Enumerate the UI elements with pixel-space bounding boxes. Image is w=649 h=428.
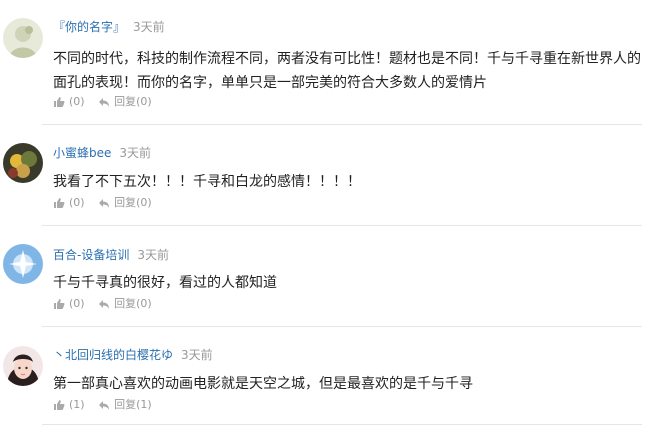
- reply-arrow-icon: [99, 199, 110, 208]
- like-count: (0): [69, 95, 85, 108]
- like-count: (0): [69, 196, 85, 209]
- username-link[interactable]: 丶北回归线的白樱花ゆ: [53, 348, 173, 362]
- username-link[interactable]: 『你的名字』: [53, 20, 125, 34]
- reply-button[interactable]: 回复(0): [98, 297, 152, 311]
- comment-text: 第一部真心喜欢的动画电影就是天空之城，但是最喜欢的是千与千寻: [53, 376, 473, 392]
- reply-arrow-icon: [99, 401, 110, 410]
- thumbs-up-icon: [54, 299, 65, 309]
- avatar[interactable]: [3, 18, 43, 58]
- divider: [42, 326, 642, 327]
- timestamp: 3天前: [137, 248, 169, 262]
- reply-arrow-icon: [99, 98, 110, 107]
- reply-arrow-icon: [99, 300, 110, 309]
- reply-button[interactable]: 回复(0): [98, 196, 152, 210]
- avatar[interactable]: [3, 143, 43, 183]
- timestamp: 3天前: [119, 146, 152, 160]
- like-count: (1): [69, 398, 85, 411]
- thumbs-up-icon: [54, 198, 65, 208]
- avatar[interactable]: [3, 346, 43, 386]
- timestamp: 3天前: [133, 20, 165, 34]
- like-count: (0): [69, 297, 85, 310]
- like-button[interactable]: (0): [53, 95, 85, 109]
- comment-text: 我看了不下五次！！！千寻和白龙的感情！！！！: [53, 174, 361, 190]
- reply-button[interactable]: 回复(1): [98, 398, 152, 412]
- username-link[interactable]: 百合-设备培训: [53, 248, 129, 262]
- thumbs-up-icon: [54, 97, 65, 107]
- comment-text: 不同的时代，科技的制作流程不同，两者没有可比性！题材也是不同！千与千寻重在新世界…: [53, 51, 641, 91]
- divider: [42, 225, 642, 226]
- comment-text: 千与千寻真的很好，看过的人都知道: [53, 275, 277, 291]
- thumbs-up-icon: [54, 400, 65, 410]
- like-button[interactable]: (0): [53, 196, 85, 210]
- username-link[interactable]: 小蜜蜂bee: [53, 146, 111, 160]
- reply-label: 回复(0): [114, 196, 152, 209]
- avatar[interactable]: [3, 244, 43, 284]
- divider: [42, 424, 642, 425]
- reply-button[interactable]: 回复(0): [98, 95, 152, 109]
- divider: [42, 124, 642, 125]
- timestamp: 3天前: [181, 348, 213, 362]
- reply-label: 回复(0): [114, 297, 152, 310]
- like-button[interactable]: (1): [53, 398, 85, 412]
- reply-label: 回复(1): [114, 398, 152, 411]
- reply-label: 回复(0): [114, 95, 152, 108]
- like-button[interactable]: (0): [53, 297, 85, 311]
